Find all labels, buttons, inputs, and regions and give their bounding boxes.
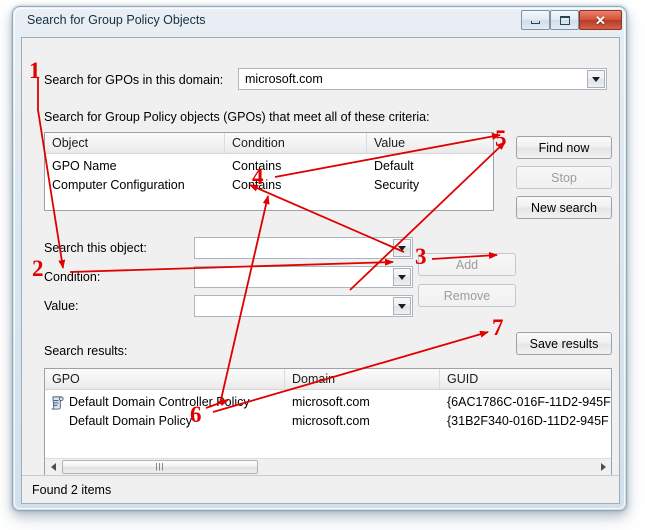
criteria-column-object[interactable]: Object [45,133,225,153]
results-cell-gpo: Default Domain Controller Policy [69,395,250,409]
new-search-button[interactable]: New search [516,196,612,219]
domain-label: Search for GPOs in this domain: [44,73,224,87]
criteria-cell-condition: Contains [232,159,282,173]
value-combobox[interactable] [194,295,413,317]
chevron-down-icon [592,76,600,82]
annotation-marker-3: 3 [415,244,427,269]
minimize-button[interactable] [521,10,550,30]
add-criteria-button: Add [418,253,516,276]
stop-button: Stop [516,166,612,189]
criteria-column-value[interactable]: Value [367,133,493,153]
value-label: Value: [44,299,79,313]
results-cell-guid: {6AC1786C-016F-11D2-945F [447,395,611,409]
criteria-cell-object: GPO Name [52,159,117,173]
status-text: Found 2 items [32,483,112,497]
results-column-domain[interactable]: Domain [285,369,440,389]
results-horizontal-scrollbar[interactable]: ||| [45,458,611,475]
criteria-listview[interactable]: Object Condition Value GPO Name Contains… [44,132,494,211]
dialog-client-area: Search for GPOs in this domain: microsof… [21,37,620,504]
title-bar[interactable]: Search for Group Policy Objects ✕ [13,7,626,37]
close-button[interactable]: ✕ [579,10,622,30]
criteria-row[interactable]: GPO Name Contains Default [45,157,493,176]
results-cell-guid: {31B2F340-016D-11D2-945F [447,414,609,428]
close-icon: ✕ [595,12,606,28]
search-object-label: Search this object: [44,241,147,255]
results-cell-gpo: Default Domain Policy [69,414,192,428]
results-column-guid[interactable]: GUID [440,369,611,389]
scrollbar-grip-icon: ||| [155,462,165,471]
annotation-marker-6: 6 [190,402,202,427]
criteria-label: Search for Group Policy objects (GPOs) t… [44,110,430,124]
annotation-marker-5: 5 [495,126,507,151]
annotation-marker-4: 4 [252,164,264,189]
criteria-cell-object: Computer Configuration [52,178,185,192]
annotation-marker-2: 2 [32,256,44,281]
criteria-cell-condition: Contains [232,178,282,192]
find-now-button[interactable]: Find now [516,136,612,159]
domain-combobox-value: microsoft.com [245,72,323,86]
value-arrow[interactable] [393,297,411,315]
results-row[interactable]: Default Domain Policy microsoft.com {31B… [45,412,611,472]
search-object-arrow[interactable] [393,239,411,257]
criteria-cell-value: Default [374,159,414,173]
remove-criteria-button: Remove [418,284,516,307]
condition-label: Condition: [44,270,101,284]
condition-arrow[interactable] [393,268,411,286]
annotation-marker-1: 1 [29,58,41,83]
results-header-row: GPO Domain GUID [45,369,611,390]
search-object-combobox[interactable] [194,237,413,259]
window-title: Search for Group Policy Objects [27,13,206,27]
maximize-button[interactable] [550,10,579,30]
condition-combobox[interactable] [194,266,413,288]
results-listview[interactable]: GPO Domain GUID Default Domain Controlle… [44,368,612,476]
triangle-right-icon [600,463,606,471]
domain-combobox-arrow[interactable] [587,70,605,88]
criteria-row[interactable]: Computer Configuration Contains Security [45,176,493,195]
triangle-left-icon [50,463,56,471]
chevron-down-icon [398,274,406,280]
dialog-window: Search for Group Policy Objects ✕ Search… [12,6,627,511]
scroll-left-button[interactable] [45,459,61,475]
criteria-cell-value: Security [374,178,420,192]
chevron-down-icon [398,245,406,251]
results-cell-domain: microsoft.com [292,395,370,409]
status-bar: Found 2 items [22,475,619,503]
scrollbar-thumb[interactable]: ||| [62,460,258,474]
search-results-label: Search results: [44,344,128,358]
save-results-button[interactable]: Save results [516,332,612,355]
maximize-icon [559,15,570,25]
minimize-icon [531,21,540,24]
results-row[interactable]: Default Domain Controller Policy microso… [45,393,611,412]
criteria-column-condition[interactable]: Condition [225,133,367,153]
domain-combobox[interactable]: microsoft.com [238,68,607,90]
chevron-down-icon [398,303,406,309]
results-cell-domain: microsoft.com [292,414,370,428]
criteria-header-row: Object Condition Value [45,133,493,154]
results-column-gpo[interactable]: GPO [45,369,285,389]
scroll-right-button[interactable] [595,459,611,475]
annotation-marker-7: 7 [492,315,504,340]
